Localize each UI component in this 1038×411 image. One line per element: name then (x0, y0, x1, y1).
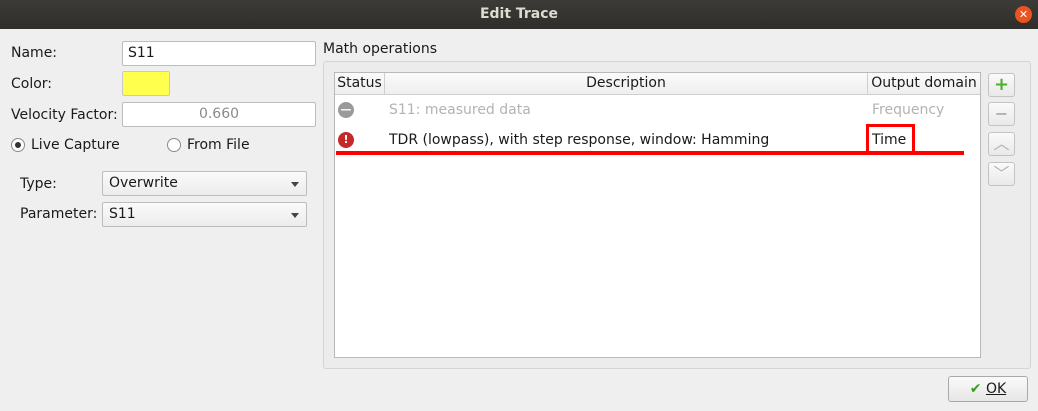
color-button[interactable] (122, 71, 170, 96)
column-header-status[interactable]: Status (335, 73, 385, 95)
type-dropdown[interactable]: Overwrite (102, 171, 307, 196)
row-output-domain: Frequency (872, 102, 945, 118)
row-description: TDR (lowpass), with step response, windo… (389, 132, 770, 148)
chevron-down-icon (291, 213, 299, 218)
math-operations-label: Math operations (323, 41, 437, 57)
chevron-down-icon (291, 182, 299, 187)
live-capture-radio[interactable] (11, 138, 25, 152)
move-down-icon[interactable]: ﹀ (988, 162, 1015, 186)
table-row[interactable]: ! TDR (lowpass), with step response, win… (335, 125, 980, 155)
remove-icon[interactable]: − (988, 102, 1015, 126)
add-icon[interactable]: + (988, 73, 1015, 97)
from-file-radio[interactable] (167, 138, 181, 152)
checkmark-icon: ✔ (969, 381, 982, 397)
disabled-icon: — (338, 102, 354, 118)
parameter-dropdown[interactable]: S11 (102, 202, 307, 227)
window-title: Edit Trace (479, 6, 559, 22)
type-dropdown-value: Overwrite (109, 175, 178, 191)
parameter-label: Parameter: (20, 206, 98, 222)
velocity-factor-label: Velocity Factor: (11, 107, 118, 123)
close-icon[interactable]: ✕ (1015, 6, 1032, 23)
from-file-label[interactable]: From File (187, 137, 250, 153)
math-operations-table[interactable]: Status Description Output domain — S11: … (334, 72, 981, 358)
row-output-domain: Time (872, 132, 907, 148)
parameter-dropdown-value: S11 (109, 206, 136, 222)
move-up-icon[interactable]: ︿ (988, 132, 1015, 156)
column-header-description[interactable]: Description (385, 73, 868, 95)
row-description: S11: measured data (389, 102, 531, 118)
column-header-output-domain[interactable]: Output domain (868, 73, 980, 95)
name-label: Name: (11, 45, 58, 61)
name-field[interactable]: S11 (122, 41, 316, 66)
ok-label: OK (985, 381, 1007, 397)
window-titlebar: Edit Trace (0, 0, 1038, 29)
table-row[interactable]: — S11: measured data Frequency (335, 95, 980, 125)
type-label: Type: (20, 176, 57, 192)
ok-button[interactable]: ✔ OK (948, 376, 1028, 402)
live-capture-label[interactable]: Live Capture (31, 137, 120, 153)
velocity-factor-field[interactable]: 0.660 (122, 102, 316, 127)
color-label: Color: (11, 76, 53, 92)
table-header: Status Description Output domain (335, 73, 980, 95)
error-icon: ! (338, 132, 354, 148)
